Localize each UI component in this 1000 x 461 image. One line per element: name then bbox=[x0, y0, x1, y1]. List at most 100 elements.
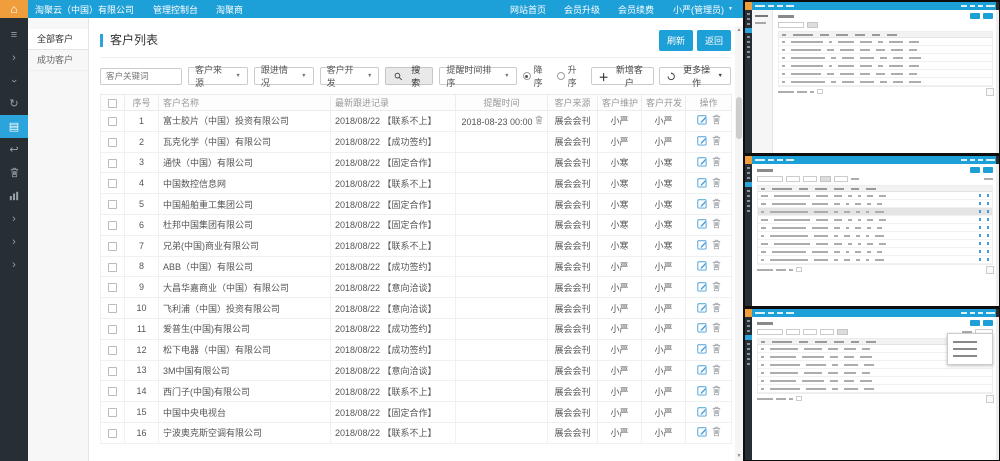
row-checkbox[interactable] bbox=[108, 242, 117, 251]
search-button[interactable]: 搜索 bbox=[385, 67, 433, 85]
delete-icon[interactable] bbox=[712, 114, 721, 127]
edit-icon[interactable] bbox=[697, 343, 708, 356]
keyword-input[interactable] bbox=[100, 68, 182, 85]
preview-page-3[interactable] bbox=[745, 309, 999, 460]
edit-icon[interactable] bbox=[697, 177, 708, 190]
search-icon bbox=[394, 72, 403, 81]
developer-select[interactable]: 客户开发▼ bbox=[320, 67, 380, 85]
delete-icon[interactable] bbox=[712, 156, 721, 169]
edit-icon[interactable] bbox=[697, 156, 708, 169]
delete-icon[interactable] bbox=[712, 239, 721, 252]
edit-icon[interactable] bbox=[697, 281, 708, 294]
chevron-right-icon[interactable]: › bbox=[0, 253, 28, 276]
chevron-right-icon[interactable]: › bbox=[0, 207, 28, 230]
row-checkbox[interactable] bbox=[108, 159, 117, 168]
edit-icon[interactable] bbox=[697, 426, 708, 439]
delete-icon[interactable] bbox=[712, 281, 721, 294]
logout-icon[interactable]: ↩ bbox=[0, 138, 28, 161]
row-checkbox[interactable] bbox=[108, 263, 117, 272]
customer-keeper: 小严 bbox=[598, 298, 642, 319]
row-checkbox[interactable] bbox=[108, 304, 117, 313]
trash-icon bbox=[712, 343, 721, 354]
stats-icon[interactable] bbox=[0, 184, 28, 207]
nav-site-home[interactable]: 网站首页 bbox=[501, 0, 555, 18]
edit-icon[interactable] bbox=[697, 364, 708, 377]
delete-icon[interactable] bbox=[712, 343, 721, 356]
followup-record: 2018/08/22 【联系不上】 bbox=[331, 235, 456, 256]
customer-developer: 小严 bbox=[642, 381, 686, 402]
delete-icon[interactable] bbox=[712, 385, 721, 398]
row-checkbox[interactable] bbox=[108, 367, 117, 376]
delete-icon[interactable] bbox=[712, 302, 721, 315]
sort-select[interactable]: 提醒时间排序▼ bbox=[439, 67, 516, 85]
followup-record: 2018/08/22 【联系不上】 bbox=[331, 173, 456, 194]
row-checkbox[interactable] bbox=[108, 325, 117, 334]
back-button[interactable]: 返回 bbox=[697, 30, 731, 51]
edit-icon[interactable] bbox=[697, 406, 708, 419]
select-all-checkbox[interactable] bbox=[108, 99, 117, 108]
refresh-icon[interactable]: ↻ bbox=[0, 92, 28, 115]
delete-icon[interactable] bbox=[712, 364, 721, 377]
scroll-down-icon[interactable]: ▼ bbox=[737, 452, 742, 461]
vertical-scrollbar[interactable]: ▲ ▼ bbox=[735, 26, 743, 461]
row-checkbox[interactable] bbox=[108, 117, 117, 126]
delete-icon[interactable] bbox=[712, 135, 721, 148]
delete-icon[interactable] bbox=[712, 260, 721, 273]
followup-select[interactable]: 跟进情况▼ bbox=[254, 67, 314, 85]
chevron-right-icon[interactable]: › bbox=[0, 230, 28, 253]
sort-desc-radio[interactable]: 降序 bbox=[523, 63, 551, 89]
nav-taojushang[interactable]: 淘聚商 bbox=[207, 0, 252, 18]
source-select[interactable]: 客户来源▼ bbox=[188, 67, 248, 85]
edit-icon[interactable] bbox=[697, 239, 708, 252]
nav-member-upgrade[interactable]: 会员升级 bbox=[555, 0, 609, 18]
customer-list-icon[interactable]: ▤ bbox=[0, 115, 28, 138]
row-checkbox[interactable] bbox=[108, 179, 117, 188]
scrollbar-thumb[interactable] bbox=[736, 97, 742, 139]
delete-icon[interactable] bbox=[712, 322, 721, 335]
actions-icon bbox=[667, 72, 675, 81]
row-checkbox[interactable] bbox=[108, 408, 117, 417]
refresh-button[interactable]: 刷新 bbox=[659, 30, 693, 51]
scrollbar-track[interactable] bbox=[735, 35, 743, 452]
edit-icon[interactable] bbox=[697, 302, 708, 315]
preview-page-2[interactable] bbox=[745, 156, 999, 306]
delete-icon[interactable] bbox=[712, 406, 721, 419]
trash-icon[interactable] bbox=[0, 161, 28, 184]
edit-icon[interactable] bbox=[697, 322, 708, 335]
edit-icon[interactable] bbox=[697, 198, 708, 211]
more-actions-button[interactable]: 更多操作 ▼ bbox=[659, 67, 731, 85]
submenu-item[interactable]: 成功客户 bbox=[28, 50, 88, 71]
row-checkbox[interactable] bbox=[108, 346, 117, 355]
pencil-icon bbox=[697, 135, 708, 146]
delete-icon[interactable] bbox=[712, 177, 721, 190]
row-checkbox[interactable] bbox=[108, 429, 117, 438]
delete-icon[interactable] bbox=[712, 198, 721, 211]
user-menu[interactable]: 小严(管理员) ▼ bbox=[663, 0, 743, 18]
home-button[interactable]: ⌂ bbox=[0, 0, 28, 18]
row-checkbox[interactable] bbox=[108, 221, 117, 230]
edit-icon[interactable] bbox=[697, 218, 708, 231]
add-customer-button[interactable]: ＋ 新增客户 bbox=[591, 67, 655, 85]
menu-icon[interactable]: ≡ bbox=[0, 23, 28, 46]
nav-admin-console[interactable]: 管理控制台 bbox=[144, 0, 207, 18]
sort-asc-radio[interactable]: 升序 bbox=[557, 63, 585, 89]
edit-icon[interactable] bbox=[697, 385, 708, 398]
chevron-right-icon[interactable]: › bbox=[0, 46, 28, 69]
delete-icon[interactable] bbox=[712, 218, 721, 231]
preview-page-1[interactable] bbox=[745, 2, 999, 153]
mini-table bbox=[778, 31, 993, 87]
edit-icon[interactable] bbox=[697, 114, 708, 127]
row-checkbox[interactable] bbox=[108, 138, 117, 147]
delete-icon[interactable] bbox=[712, 426, 721, 439]
chevron-down-icon[interactable]: › bbox=[0, 69, 28, 92]
row-checkbox[interactable] bbox=[108, 200, 117, 209]
scroll-up-icon[interactable]: ▲ bbox=[737, 26, 742, 35]
submenu-item[interactable]: 全部客户 bbox=[28, 29, 88, 50]
row-checkbox[interactable] bbox=[108, 283, 117, 292]
sidebar-submenu: 全部客户成功客户 bbox=[28, 18, 89, 461]
brand-company[interactable]: 淘聚云（中国）有限公司 bbox=[28, 0, 144, 18]
edit-icon[interactable] bbox=[697, 135, 708, 148]
row-checkbox[interactable] bbox=[108, 387, 117, 396]
edit-icon[interactable] bbox=[697, 260, 708, 273]
nav-member-renew[interactable]: 会员续费 bbox=[609, 0, 663, 18]
